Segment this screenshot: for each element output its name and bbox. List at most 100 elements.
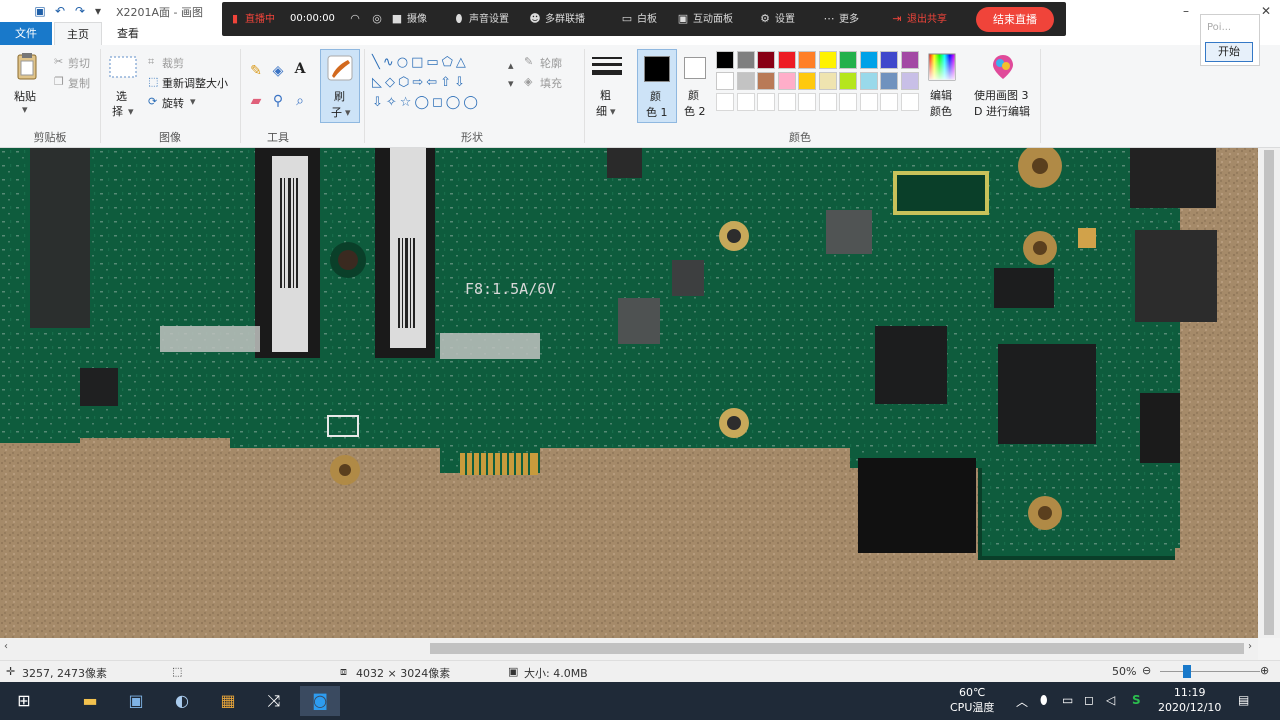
palette-swatch[interactable] <box>900 51 919 69</box>
palette-swatch[interactable] <box>757 51 775 69</box>
rotate-dropdown-icon[interactable]: ▾ <box>190 95 196 108</box>
shapes-gallery[interactable]: ╲∿○□▭⬠△ ◺◇⬡⇨⇦⇧⇩ ⇩✧☆◯◻◯◯ <box>372 53 512 113</box>
paint3d-label-1[interactable]: 使用画图 3 <box>974 87 1029 103</box>
tray-display-icon[interactable]: ◻ <box>1084 693 1094 707</box>
redo-icon[interactable]: ↷ <box>72 3 88 19</box>
edit-colors-label-1[interactable]: 编辑 <box>930 87 952 103</box>
popup-input[interactable]: Poi... <box>1205 19 1255 37</box>
fill-bucket-icon[interactable]: ◈ <box>270 63 286 79</box>
resize-button[interactable]: 重新调整大小 <box>162 75 228 91</box>
scroll-left-icon[interactable]: ‹ <box>4 641 8 652</box>
crop-button[interactable]: 裁剪 <box>162 55 184 71</box>
group-broadcast-button[interactable]: ☻ 多群联播 <box>528 2 585 36</box>
text-tool-icon[interactable]: A <box>292 61 308 77</box>
brushes-button[interactable]: 刷 子 ▾ <box>320 49 360 123</box>
zoom-slider-track[interactable] <box>1160 671 1260 672</box>
camera-button[interactable]: ■ 摄像 <box>390 2 427 36</box>
select-button[interactable]: 选 <box>116 88 127 104</box>
select-dropdown-icon[interactable]: ▾ <box>128 105 134 118</box>
palette-swatch[interactable] <box>818 93 837 111</box>
face-button[interactable]: ◎ <box>370 2 387 36</box>
more-button[interactable]: ⋯ 更多 <box>822 2 860 36</box>
horizontal-scroll-thumb[interactable] <box>430 643 1244 654</box>
start-menu-icon[interactable]: ⊞ <box>4 686 44 716</box>
palette-swatch[interactable] <box>839 51 857 69</box>
file-explorer-icon[interactable]: ▬ <box>70 686 110 716</box>
tab-file[interactable]: 文件 <box>0 22 52 45</box>
tray-mic-icon[interactable]: ⬮ <box>1040 693 1048 708</box>
edit-colors-icon[interactable] <box>928 53 956 81</box>
start-button[interactable]: 开始 <box>1205 42 1253 62</box>
color1-button[interactable]: 颜 色 1 <box>637 49 677 123</box>
end-live-button[interactable]: 结束直播 <box>976 7 1054 32</box>
minimize-icon[interactable]: – <box>1176 2 1196 20</box>
palette-swatch[interactable] <box>757 93 775 111</box>
vertical-scrollbar[interactable] <box>1258 148 1280 638</box>
tray-network-icon[interactable]: ▭ <box>1062 693 1073 707</box>
tray-overflow-icon[interactable]: ︿ <box>1016 693 1028 710</box>
palette-swatch[interactable] <box>818 72 837 90</box>
paint-image-icon[interactable]: ▦ <box>208 686 248 716</box>
scroll-right-icon[interactable]: › <box>1248 641 1252 652</box>
select-button-line2[interactable]: 择 <box>112 103 123 119</box>
wifi-button[interactable]: ◠ <box>348 2 365 36</box>
palette-swatch[interactable] <box>859 93 878 111</box>
palette-swatch[interactable] <box>839 93 857 111</box>
vertical-scroll-thumb[interactable] <box>1264 150 1274 635</box>
paint-app-icon[interactable]: ◐ <box>162 686 202 716</box>
palette-swatch[interactable] <box>798 51 816 69</box>
palette-swatch[interactable] <box>880 93 898 111</box>
paste-dropdown-icon[interactable]: ▾ <box>22 103 28 116</box>
paste-icon[interactable] <box>12 51 42 81</box>
shapes-scroll-icon[interactable]: ▾ <box>508 77 514 90</box>
copy-button[interactable]: 复制 <box>68 75 90 91</box>
palette-swatch[interactable] <box>716 93 734 111</box>
undo-icon[interactable]: ↶ <box>52 3 68 19</box>
palette-swatch[interactable] <box>859 51 878 69</box>
palette-swatch[interactable] <box>798 72 816 90</box>
palette-swatch[interactable] <box>859 72 878 90</box>
fill-button[interactable]: 填充 <box>540 75 562 91</box>
select-icon[interactable] <box>108 55 138 81</box>
whiteboard-button[interactable]: ▭ 白板 <box>620 2 657 36</box>
palette-swatch[interactable] <box>777 93 796 111</box>
palette-swatch[interactable] <box>900 72 919 90</box>
canvas[interactable]: F8:1.5A/6V <box>0 148 1258 638</box>
color2-button[interactable]: 颜 色 2 <box>680 49 712 123</box>
zoom-in-icon[interactable]: ⊕ <box>1260 664 1269 677</box>
horizontal-scrollbar[interactable]: ‹ › <box>0 638 1258 660</box>
palette-swatch[interactable] <box>839 72 857 90</box>
zoom-out-icon[interactable]: ⊖ <box>1142 664 1151 677</box>
palette-swatch[interactable] <box>716 72 734 90</box>
palette-swatch[interactable] <box>818 51 837 69</box>
cut-button[interactable]: 剪切 <box>68 55 90 71</box>
palette-swatch[interactable] <box>880 51 898 69</box>
pencil-icon[interactable]: ✎ <box>248 63 264 79</box>
palette-swatch[interactable] <box>880 72 898 90</box>
shapes-more-icon[interactable]: ▴ <box>508 59 514 72</box>
palette-swatch[interactable] <box>757 72 775 90</box>
rotate-button[interactable]: 旋转 <box>162 95 184 111</box>
tab-view[interactable]: 查看 <box>106 22 150 45</box>
magnifier-icon[interactable]: ⌕ <box>292 93 308 109</box>
palette-swatch[interactable] <box>798 93 816 111</box>
photos-app-icon[interactable]: ▣ <box>116 686 156 716</box>
palette-swatch[interactable] <box>736 51 755 69</box>
settings-button[interactable]: ⚙ 设置 <box>758 2 795 36</box>
zoom-slider-thumb[interactable] <box>1183 665 1191 678</box>
tray-security-icon[interactable]: S <box>1132 693 1141 707</box>
paste-button[interactable]: 粘贴 <box>14 88 36 104</box>
notification-icon[interactable]: ▤ <box>1238 693 1249 707</box>
paint3d-icon[interactable] <box>990 53 1016 81</box>
share-app-icon[interactable]: ⤨ <box>254 686 294 716</box>
palette-swatch[interactable] <box>716 51 734 69</box>
palette-swatch[interactable] <box>900 93 919 111</box>
palette-swatch[interactable] <box>736 93 755 111</box>
palette-swatch[interactable] <box>736 72 755 90</box>
outline-button[interactable]: 轮廓 <box>540 55 562 71</box>
eraser-icon[interactable]: ▰ <box>248 93 264 109</box>
palette-swatch[interactable] <box>777 51 796 69</box>
edit-colors-label-2[interactable]: 颜色 <box>930 103 952 119</box>
mic-button[interactable]: ⬮ 声音设置 <box>452 2 509 36</box>
tab-home[interactable]: 主页 <box>54 22 102 45</box>
